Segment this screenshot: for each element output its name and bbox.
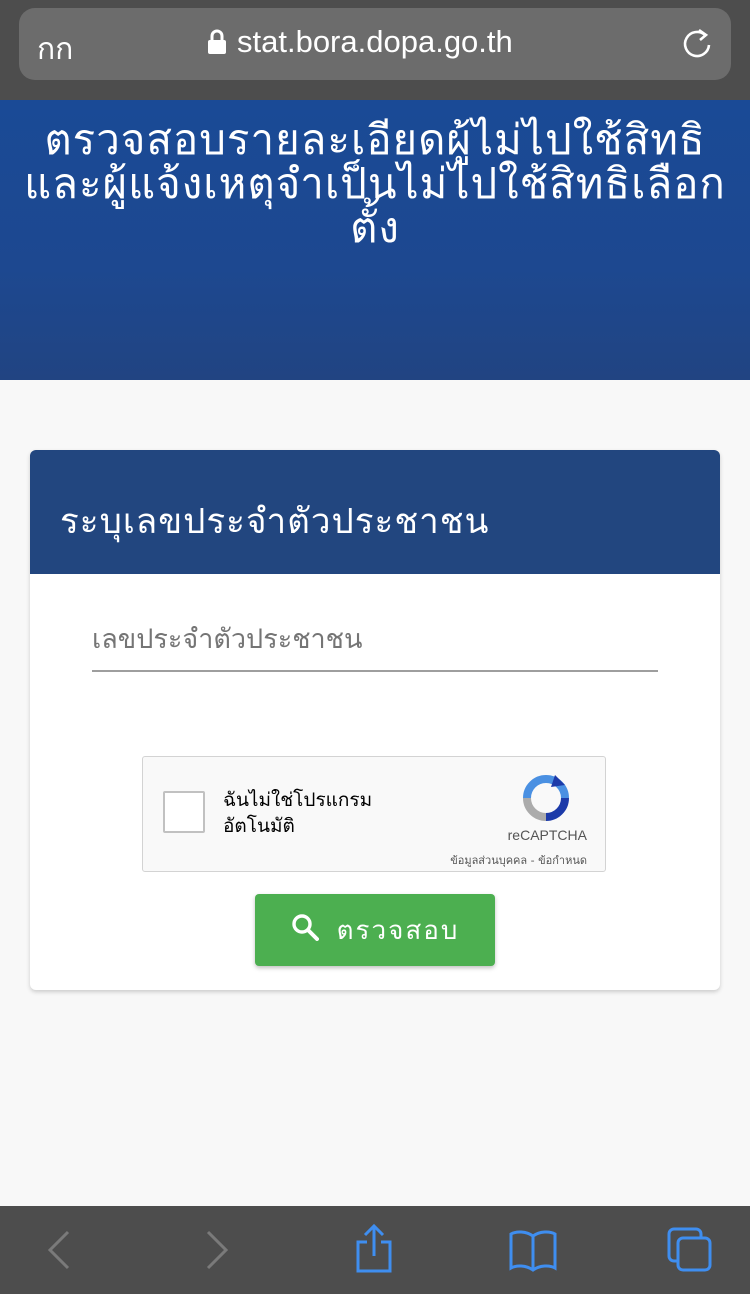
recaptcha-privacy-terms-link[interactable]: ข้อมูลส่วนบุคคล - ข้อกำหนด <box>450 851 587 869</box>
citizen-id-input[interactable] <box>92 620 658 655</box>
url-field[interactable]: กก stat.bora.dopa.go.th <box>19 8 731 80</box>
url-display[interactable]: stat.bora.dopa.go.th <box>207 24 513 60</box>
recaptcha-brand: reCAPTCHA <box>507 827 587 843</box>
check-button-label: ตรวจสอบ <box>336 915 460 946</box>
check-button[interactable]: ตรวจสอบ <box>255 894 495 966</box>
search-icon <box>291 913 319 948</box>
lock-icon <box>207 29 227 55</box>
citizen-id-field[interactable] <box>92 620 658 672</box>
recaptcha-checkbox[interactable] <box>163 791 205 833</box>
recaptcha-widget: ฉันไม่ใช่โปรแกรมอัตโนมัติ reCAPTCHA ข้อม… <box>142 756 606 872</box>
reload-icon[interactable] <box>681 26 713 64</box>
recaptcha-label: ฉันไม่ใช่โปรแกรมอัตโนมัติ <box>223 789 373 837</box>
card-title: ระบุเลขประจำตัวประชาชน <box>30 450 720 574</box>
browser-address-bar: กก stat.bora.dopa.go.th <box>0 0 750 100</box>
page-header: ตรวจสอบรายละเอียดผู้ไม่ไปใช้สิทธิและผู้แ… <box>0 100 750 380</box>
bookmarks-icon[interactable] <box>508 1228 558 1276</box>
id-check-card: ระบุเลขประจำตัวประชาชน ฉันไม่ใช่โปรแกรมอ… <box>30 450 720 990</box>
page-title: ตรวจสอบรายละเอียดผู้ไม่ไปใช้สิทธิและผู้แ… <box>24 115 726 252</box>
tabs-icon[interactable] <box>666 1226 714 1278</box>
share-icon[interactable] <box>354 1223 394 1278</box>
text-size-button[interactable]: กก <box>37 26 73 73</box>
forward-icon[interactable] <box>202 1228 232 1276</box>
browser-toolbar <box>0 1206 750 1294</box>
back-icon[interactable] <box>44 1228 74 1276</box>
recaptcha-logo-icon <box>521 773 571 827</box>
url-text: stat.bora.dopa.go.th <box>237 24 513 59</box>
